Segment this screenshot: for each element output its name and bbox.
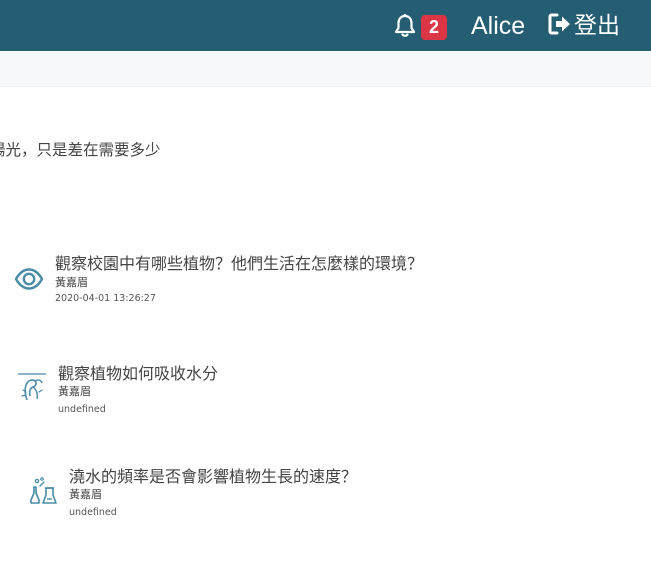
- item-timestamp: undefined: [69, 507, 117, 518]
- eye-icon: [14, 266, 44, 292]
- item-author: 黃嘉眉: [58, 385, 91, 398]
- intro-text: 陽光，只是差在需要多少: [0, 141, 161, 159]
- logout-label: 登出: [574, 13, 620, 39]
- list-item[interactable]: 觀察校園中有哪些植物？他們生活在怎麼樣的環境？ 黃嘉眉 2020-04-01 1…: [0, 250, 651, 310]
- lab-flask-icon: [28, 476, 58, 506]
- list-item[interactable]: 觀察植物如何吸收水分 黃嘉眉 undefined: [0, 360, 651, 420]
- sign-out-icon: [548, 13, 572, 39]
- notification-count-badge[interactable]: 2: [421, 15, 447, 40]
- list-item[interactable]: 澆水的頻率是否會影響植物生長的速度？ 黃嘉眉 undefined: [0, 464, 651, 524]
- user-name[interactable]: Alice: [471, 11, 525, 41]
- top-navbar: 2 Alice 登出: [0, 0, 651, 51]
- logout-button[interactable]: 登出: [548, 11, 620, 41]
- item-title[interactable]: 澆水的頻率是否會影響植物生長的速度？: [69, 467, 357, 487]
- item-timestamp: undefined: [58, 404, 106, 415]
- item-author: 黃嘉眉: [69, 488, 102, 501]
- sub-header-bar: [0, 51, 651, 87]
- bell-icon[interactable]: [393, 13, 417, 39]
- item-author: 黃嘉眉: [55, 276, 88, 289]
- item-title[interactable]: 觀察植物如何吸收水分: [58, 364, 218, 384]
- item-title[interactable]: 觀察校園中有哪些植物？他們生活在怎麼樣的環境？: [55, 254, 423, 274]
- item-timestamp: 2020-04-01 13:26:27: [55, 293, 156, 304]
- plant-drawing-icon: [17, 372, 47, 402]
